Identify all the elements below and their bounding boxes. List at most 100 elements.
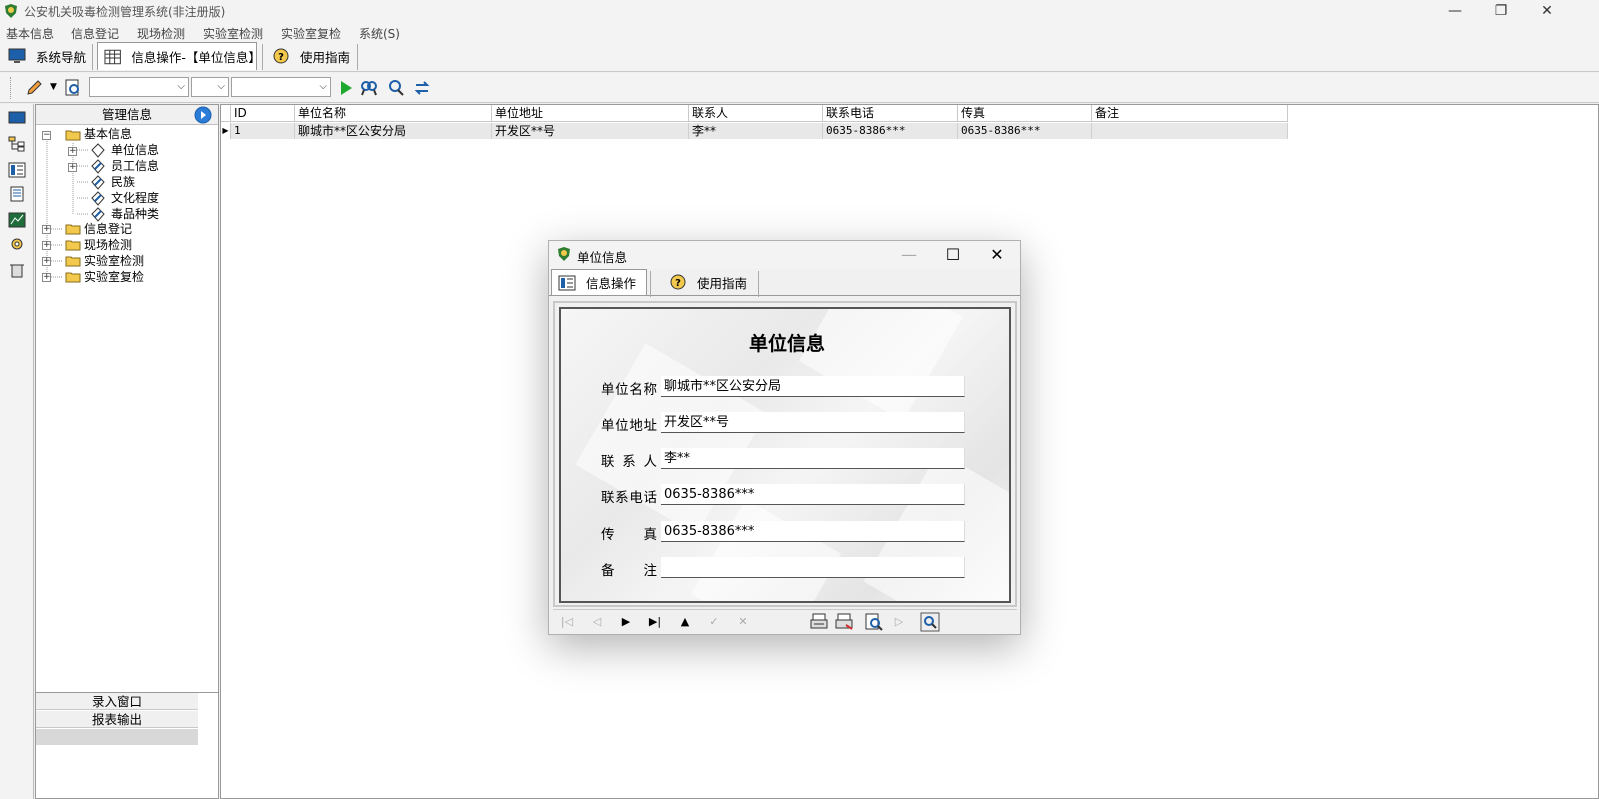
trash-icon[interactable] bbox=[8, 262, 26, 278]
fax-field[interactable]: 0635-8386*** bbox=[661, 521, 965, 542]
phone-field[interactable]: 0635-8386*** bbox=[661, 484, 965, 505]
minimize-button[interactable]: — bbox=[1432, 0, 1478, 22]
tree-expander-field-test[interactable]: + bbox=[42, 241, 51, 250]
tree-node-lab-recheck[interactable]: 实验室复检 bbox=[84, 270, 144, 285]
find-next-icon[interactable] bbox=[387, 79, 405, 97]
dialog-tab-info-operation[interactable]: 信息操作 bbox=[551, 269, 647, 295]
tree-node-education[interactable]: 文化程度 bbox=[111, 191, 159, 206]
tree-node-basic-info[interactable]: 基本信息 bbox=[84, 127, 132, 142]
table-cell[interactable]: 0635-8386*** bbox=[823, 123, 958, 139]
table-cell[interactable]: 聊城市**区公安分局 bbox=[295, 123, 492, 139]
tree-panel-title: 管理信息 bbox=[101, 107, 152, 122]
play-button[interactable]: ▷ bbox=[889, 613, 909, 631]
tree-node-lab-test[interactable]: 实验室检测 bbox=[84, 254, 144, 269]
tree-node-field-test[interactable]: 现场检测 bbox=[84, 238, 132, 253]
tab-info-operation[interactable]: 信息操作-【单位信息】 bbox=[97, 42, 261, 70]
contact-field[interactable]: 李** bbox=[661, 448, 965, 469]
unit-name-label: 单位名称 bbox=[601, 382, 657, 398]
folder-icon bbox=[65, 256, 81, 267]
monitor-icon[interactable] bbox=[8, 110, 26, 126]
column-header-contact[interactable]: 联系人 bbox=[689, 105, 823, 122]
menu-lab-recheck[interactable]: 实验室复检 bbox=[281, 25, 341, 42]
dropdown-arrow-icon[interactable]: ▼ bbox=[50, 82, 57, 92]
first-record-button[interactable]: |◁ bbox=[557, 613, 577, 631]
tree-expander-staff-info[interactable]: + bbox=[68, 163, 77, 172]
print-icon[interactable] bbox=[809, 613, 829, 631]
tree-expander-unit-info[interactable]: + bbox=[68, 147, 77, 156]
tab-divider bbox=[262, 44, 263, 70]
menu-basic-info[interactable]: 基本信息 bbox=[6, 25, 54, 42]
fax-label: 传真 bbox=[601, 527, 657, 543]
table-cell[interactable]: 0635-8386*** bbox=[958, 123, 1092, 139]
list-card-icon[interactable] bbox=[8, 162, 26, 178]
police-badge-icon bbox=[5, 4, 17, 18]
remarks-field[interactable] bbox=[661, 557, 965, 578]
report-output-button[interactable]: 报表输出 bbox=[36, 711, 198, 728]
grid-corner bbox=[221, 105, 231, 122]
tab-divider bbox=[92, 44, 93, 70]
menu-lab-test[interactable]: 实验室检测 bbox=[203, 25, 263, 42]
post-record-button[interactable]: ✓ bbox=[704, 613, 724, 631]
field-select[interactable]: ⌵ bbox=[89, 77, 189, 97]
toolbar-grip bbox=[10, 77, 12, 99]
tree-node-drug-types[interactable]: 毒品种类 bbox=[111, 207, 159, 222]
unit-name-field[interactable]: 聊城市**区公安分局 bbox=[661, 376, 965, 397]
column-header-id[interactable]: ID bbox=[231, 105, 295, 122]
dialog-maximize-button[interactable]: ☐ bbox=[933, 245, 973, 265]
tree-expander-lab-recheck[interactable]: + bbox=[42, 273, 51, 282]
table-cell[interactable]: 李** bbox=[689, 123, 823, 139]
tree-node-staff-info[interactable]: 员工信息 bbox=[111, 159, 159, 174]
preview-icon[interactable] bbox=[64, 79, 82, 97]
unit-address-field[interactable]: 开发区**号 bbox=[661, 412, 965, 433]
settings-gear-icon[interactable] bbox=[8, 236, 26, 252]
table-cell[interactable] bbox=[1092, 123, 1288, 139]
tree-expander-lab-test[interactable]: + bbox=[42, 257, 51, 266]
column-header-unit-address[interactable]: 单位地址 bbox=[492, 105, 689, 122]
restore-button[interactable]: ❐ bbox=[1478, 0, 1524, 22]
table-cell[interactable]: 1 bbox=[231, 123, 295, 139]
dialog-minimize-button[interactable]: — bbox=[889, 245, 929, 265]
tab-system-nav[interactable]: 系统导航 bbox=[2, 42, 90, 70]
column-header-unit-name[interactable]: 单位名称 bbox=[295, 105, 492, 122]
entry-window-button[interactable]: 录入窗口 bbox=[36, 693, 198, 710]
police-badge-icon bbox=[558, 247, 570, 261]
document-icon[interactable] bbox=[8, 186, 26, 202]
menu-registration[interactable]: 信息登记 bbox=[71, 25, 119, 42]
column-header-fax[interactable]: 传真 bbox=[958, 105, 1092, 122]
menu-system[interactable]: 系统(S) bbox=[359, 25, 400, 42]
tab-divider bbox=[357, 44, 358, 70]
value-select[interactable]: ⌵ bbox=[231, 77, 331, 97]
dialog-close-button[interactable]: ✕ bbox=[977, 245, 1017, 265]
insert-record-button[interactable]: ▲ bbox=[675, 613, 695, 631]
tree-structure-icon[interactable] bbox=[8, 136, 26, 152]
prior-record-button[interactable]: ◁ bbox=[587, 613, 607, 631]
collapse-panel-icon[interactable] bbox=[194, 106, 212, 124]
print-setup-icon[interactable] bbox=[834, 613, 854, 631]
tab-user-guide[interactable]: ? 使用指南 bbox=[266, 42, 356, 70]
menu-field-test[interactable]: 现场检测 bbox=[137, 25, 185, 42]
tree-node-ethnicity[interactable]: 民族 bbox=[111, 175, 135, 190]
next-record-button[interactable]: ▶ bbox=[616, 613, 636, 631]
dialog-tab-user-guide[interactable]: ? 使用指南 bbox=[663, 269, 755, 295]
tree-node-unit-info[interactable]: 单位信息 bbox=[111, 143, 159, 158]
cancel-edit-button[interactable]: ✕ bbox=[733, 613, 753, 631]
tree-expander-basic-info[interactable]: − bbox=[42, 131, 51, 140]
tree-node-registration[interactable]: 信息登记 bbox=[84, 222, 132, 237]
column-header-remarks[interactable]: 备注 bbox=[1092, 105, 1288, 122]
refresh-icon[interactable] bbox=[413, 79, 431, 97]
tag-icon bbox=[91, 159, 105, 174]
chart-icon[interactable] bbox=[8, 212, 26, 228]
print-preview-icon[interactable] bbox=[864, 613, 884, 631]
tree-expander-registration[interactable]: + bbox=[42, 225, 51, 234]
last-record-button[interactable]: ▶| bbox=[645, 613, 665, 631]
edit-pencil-icon[interactable] bbox=[25, 79, 43, 97]
column-header-phone[interactable]: 联系电话 bbox=[823, 105, 958, 122]
operator-select[interactable]: ⌵ bbox=[191, 77, 229, 97]
unit-info-dialog: 单位信息 — ☐ ✕ 信息操作 ? 使用指南 单位信息 单位名称 聊城市**区公… bbox=[548, 240, 1021, 635]
tab-label: 使用指南 bbox=[697, 275, 748, 291]
run-query-icon[interactable] bbox=[337, 79, 355, 97]
find-icon[interactable] bbox=[360, 79, 378, 97]
search-record-icon[interactable] bbox=[920, 612, 940, 632]
close-button[interactable]: ✕ bbox=[1524, 0, 1570, 22]
table-cell[interactable]: 开发区**号 bbox=[492, 123, 689, 139]
